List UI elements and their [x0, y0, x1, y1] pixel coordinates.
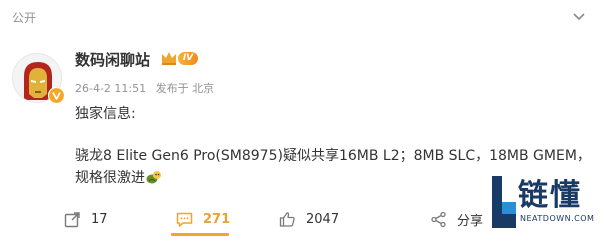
- chevron-down-icon[interactable]: [570, 10, 588, 24]
- crown-icon: [162, 52, 176, 65]
- share-icon: [431, 211, 446, 227]
- share-button[interactable]: 分享: [430, 209, 483, 229]
- post-timestamp[interactable]: 26-4-2 11:51: [75, 82, 146, 95]
- post-meta: 26-4-2 11:51 发布于 北京: [75, 80, 220, 96]
- post-text-line1: 独家信息:: [75, 106, 136, 122]
- comment-button[interactable]: 271: [176, 209, 230, 229]
- post-text-line2: 骁龙8 Elite Gen6 Pro(SM8975)疑似共享16MB L2；8M…: [75, 148, 591, 164]
- comment-icon: [176, 212, 193, 227]
- comment-count: 271: [203, 211, 231, 227]
- repost-button[interactable]: 17: [64, 209, 108, 229]
- repost-count: 17: [91, 211, 108, 227]
- comment-active-indicator: [171, 233, 229, 236]
- watermark: 链懂 NEATDOWN.COM: [482, 170, 600, 240]
- watermark-logo-icon: [492, 176, 516, 228]
- author-avatar[interactable]: [12, 53, 65, 104]
- verified-v-icon: [48, 87, 65, 104]
- watermark-domain: NEATDOWN.COM: [520, 214, 595, 223]
- like-button[interactable]: 2047: [279, 209, 339, 229]
- author-name[interactable]: 数码闲聊站: [75, 49, 150, 70]
- share-label: 分享: [457, 213, 484, 229]
- like-icon: [279, 211, 295, 227]
- watermark-brand: 链懂: [518, 178, 582, 213]
- emoji-icon: [146, 171, 161, 184]
- repost-icon: [64, 211, 80, 227]
- level-badge: IV: [178, 52, 198, 65]
- post-topbar: 公开: [0, 0, 600, 38]
- post-location: 发布于 北京: [155, 82, 215, 95]
- post-text-line3-text: 规格很激进: [75, 170, 145, 186]
- like-count: 2047: [306, 211, 340, 227]
- visibility-label: 公开: [12, 11, 37, 25]
